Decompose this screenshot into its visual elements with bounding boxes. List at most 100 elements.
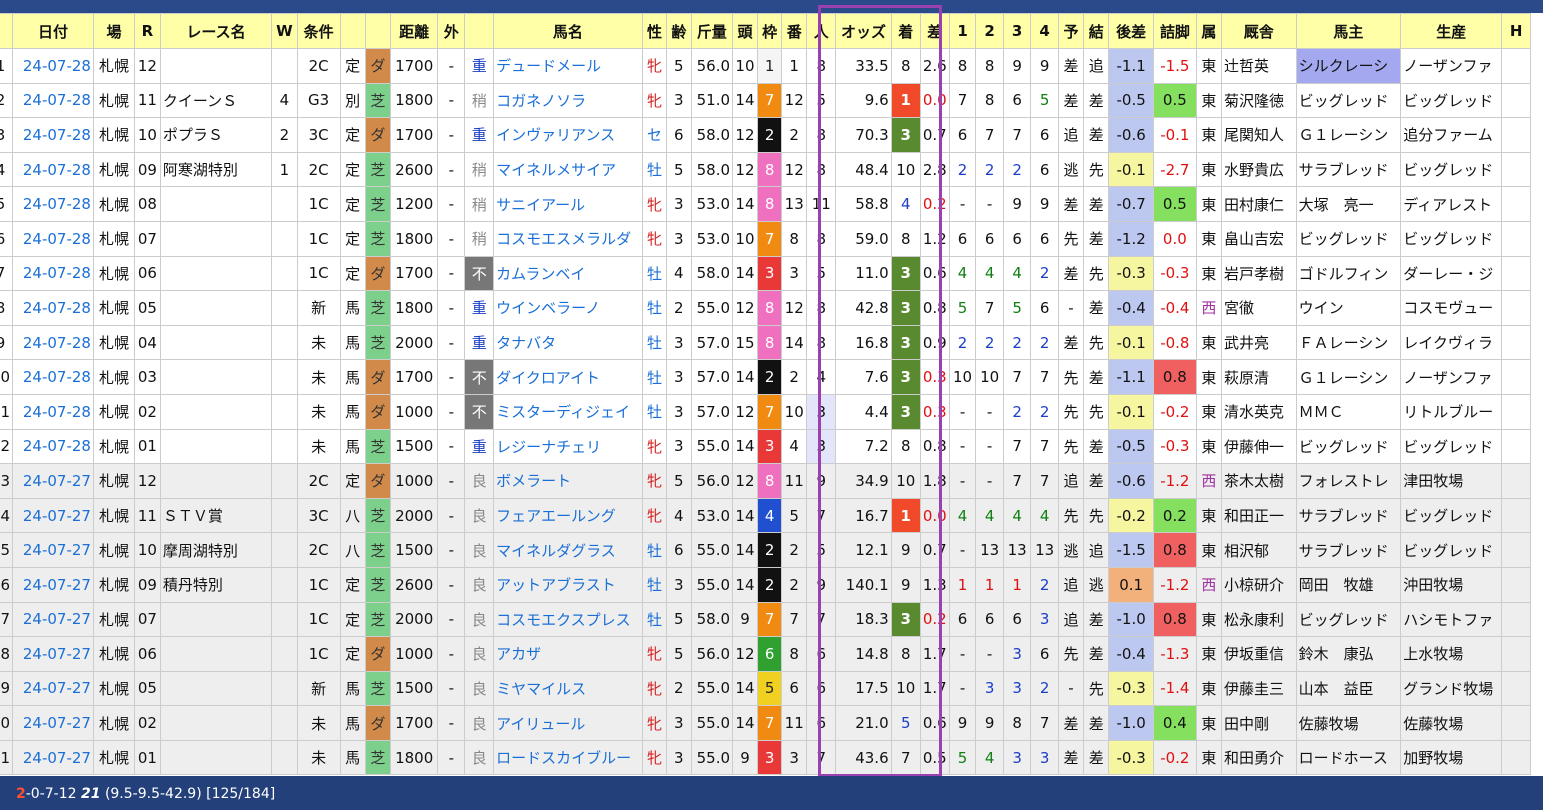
table-row[interactable]: 2124-07-27札幌01未馬芝1800-良ロードスカイブルー牝355.093…	[0, 739, 1531, 776]
table-row[interactable]: 1224-07-28札幌01未馬芝1500-重レジーナチェリ牝355.01434…	[0, 428, 1531, 465]
table-row[interactable]: 924-07-28札幌04未馬芝2000-重タナバタ牡357.015814816…	[0, 324, 1531, 361]
cell-date[interactable]: 24-07-28	[12, 186, 94, 222]
table-row[interactable]: 624-07-28札幌071C定芝1800-稍コスモエスメラルダ牝353.010…	[0, 220, 1531, 257]
header-33[interactable]: 馬主	[1295, 13, 1402, 49]
cell-date[interactable]: 24-07-28	[12, 393, 94, 430]
table-row[interactable]: 224-07-28札幌11クイーンＳ4G3別芝1800-稍コガネノソラ牝351.…	[0, 82, 1531, 119]
cell-horse[interactable]: ボメラート	[493, 463, 643, 499]
header-19[interactable]: 人	[806, 13, 837, 49]
cell-horse[interactable]: タナバタ	[493, 324, 643, 361]
cell-horse[interactable]: ダイクロアイト	[493, 359, 643, 395]
cell-horse[interactable]: ロードスカイブルー	[493, 739, 643, 776]
header-6[interactable]: 条件	[296, 13, 341, 49]
header-21[interactable]: 着	[890, 13, 921, 49]
results-table-container[interactable]: 日付場 R レース名 W 条件 距離外馬名性齢斤量頭枠番人オッズ着差 1 2 3 4 予結後差 詰脚属…	[0, 13, 1543, 776]
cell-horse[interactable]: アイリュール	[493, 705, 643, 741]
cell-horse[interactable]: マイネルメサイア	[493, 151, 643, 188]
table-row[interactable]: 724-07-28札幌061C定ダ1700-不カムランベイ牡458.014335…	[0, 255, 1531, 292]
cell-date[interactable]: 24-07-28	[12, 428, 94, 465]
header-13[interactable]: 性	[641, 13, 668, 49]
table-row[interactable]: 1624-07-27札幌09積丹特別 1C定芝2600-良アットアブラスト牡355…	[0, 566, 1531, 603]
cell-horse[interactable]: コスモエスメラルダ	[493, 220, 643, 257]
header-31[interactable]: 属	[1195, 13, 1223, 49]
header-30[interactable]: 詰脚	[1152, 13, 1197, 49]
header-32[interactable]: 厩舎	[1221, 13, 1297, 49]
header-14[interactable]: 齢	[666, 13, 692, 49]
cell-horse[interactable]: カムランベイ	[493, 255, 643, 292]
header-25[interactable]: 3	[1002, 13, 1032, 49]
cell-horse[interactable]: アットアブラスト	[493, 566, 643, 603]
header-11[interactable]	[464, 13, 495, 49]
cell-horse[interactable]: ウインベラーノ	[493, 290, 643, 326]
header-8[interactable]	[364, 13, 391, 49]
table-row[interactable]: 1024-07-28札幌03未馬ダ1700-不ダイクロアイト牡357.01422…	[0, 359, 1531, 395]
table-row[interactable]: 824-07-28札幌05新馬芝1800-重ウインベラーノ牡255.012812…	[0, 290, 1531, 326]
cell-horse[interactable]: コガネノソラ	[493, 82, 643, 119]
cell-horse[interactable]: フェアエールング	[493, 497, 643, 534]
cell-horse[interactable]: コスモエクスプレス	[493, 601, 643, 638]
cell-date[interactable]: 24-07-27	[12, 636, 94, 672]
table-row[interactable]: 1124-07-28札幌02未馬ダ1000-不ミスターディジェイ牡357.012…	[0, 393, 1531, 430]
table-row[interactable]: 1324-07-27札幌122C定ダ1000-良ボメラート牝556.012811…	[0, 463, 1531, 499]
table-row[interactable]: 1524-07-27札幌10摩周湖特別2C八芝1500-良マイネルダグラス牡65…	[0, 532, 1531, 568]
header-35[interactable]: H	[1501, 13, 1531, 49]
header-1[interactable]: 日付	[12, 13, 94, 49]
table-row[interactable]: 524-07-28札幌081C定芝1200-稍サニイアール牝353.014813…	[0, 186, 1531, 222]
table-row[interactable]: 424-07-28札幌09阿寒湖特別12C定芝2600-稍マイネルメサイア牡55…	[0, 151, 1531, 188]
cell-horse[interactable]: インヴァリアンス	[493, 117, 643, 153]
cell-horse[interactable]: ミスターディジェイ	[493, 393, 643, 430]
table-row[interactable]: 324-07-28札幌10ポプラＳ23C定ダ1700-重インヴァリアンスセ658…	[0, 117, 1531, 153]
table-row[interactable]: 1824-07-27札幌061C定ダ1000-良アカザ牝556.01268614…	[0, 636, 1531, 672]
header-4[interactable]: レース名	[159, 13, 273, 49]
cell-date[interactable]: 24-07-27	[12, 566, 94, 603]
header-27[interactable]: 予	[1057, 13, 1085, 49]
header-24[interactable]: 2	[975, 13, 1004, 49]
header-3[interactable]: R	[134, 13, 161, 49]
cell-date[interactable]: 24-07-28	[12, 151, 94, 188]
cell-date[interactable]: 24-07-28	[12, 324, 94, 361]
header-15[interactable]: 斤量	[690, 13, 734, 49]
table-row[interactable]: 1924-07-27札幌05新馬芝1500-良ミヤマイルス牝255.014566…	[0, 670, 1531, 707]
cell-date[interactable]: 24-07-27	[12, 739, 94, 776]
table-row[interactable]: 2024-07-27札幌02未馬ダ1700-良アイリュール牝355.014711…	[0, 705, 1531, 741]
cell-date[interactable]: 24-07-28	[12, 48, 94, 84]
cell-date[interactable]: 24-07-27	[12, 705, 94, 741]
cell-horse[interactable]: ミヤマイルス	[493, 670, 643, 707]
table-row[interactable]: 1724-07-27札幌07 1C定芝2000-良コスモエクスプレス牡558.09…	[0, 601, 1531, 638]
header-18[interactable]: 番	[781, 13, 808, 49]
header-16[interactable]: 頭	[732, 13, 758, 49]
header-9[interactable]: 距離	[389, 13, 439, 49]
cell-horse[interactable]: サニイアール	[493, 186, 643, 222]
header-22[interactable]: 差	[919, 13, 950, 49]
cell-date[interactable]: 24-07-27	[12, 601, 94, 638]
cell-date[interactable]: 24-07-28	[12, 359, 94, 395]
header-0[interactable]	[0, 13, 14, 49]
header-20[interactable]: オッズ	[835, 13, 892, 49]
header-12[interactable]: 馬名	[493, 13, 643, 49]
table-row[interactable]: 124-07-28札幌122C定ダ1700-重デュードメール牝556.01011…	[0, 48, 1531, 84]
header-29[interactable]: 後差	[1108, 13, 1154, 49]
cell-date[interactable]: 24-07-28	[12, 290, 94, 326]
header-5[interactable]: W	[271, 13, 298, 49]
table-row[interactable]: 1424-07-27札幌11ＳＴＶ賞3C八芝2000-良フェアエールング牝453…	[0, 497, 1531, 534]
cell-date[interactable]: 24-07-28	[12, 255, 94, 292]
cell-date[interactable]: 24-07-28	[12, 220, 94, 257]
cell-horse[interactable]: レジーナチェリ	[493, 428, 643, 465]
cell-horse[interactable]: マイネルダグラス	[493, 532, 643, 568]
header-10[interactable]: 外	[437, 13, 466, 49]
header-34[interactable]: 生産	[1400, 13, 1503, 49]
header-2[interactable]: 場	[92, 13, 136, 49]
cell-horse[interactable]: デュードメール	[493, 48, 643, 84]
cell-date[interactable]: 24-07-27	[12, 463, 94, 499]
header-7[interactable]	[339, 13, 366, 49]
cell-date[interactable]: 24-07-27	[12, 497, 94, 534]
cell-horse[interactable]: アカザ	[493, 636, 643, 672]
cell-date[interactable]: 24-07-28	[12, 82, 94, 119]
header-26[interactable]: 4	[1030, 13, 1059, 49]
header-28[interactable]: 結	[1083, 13, 1110, 49]
header-17[interactable]: 枠	[756, 13, 783, 49]
cell-date[interactable]: 24-07-27	[12, 670, 94, 707]
cell-date[interactable]: 24-07-27	[12, 532, 94, 568]
header-23[interactable]: 1	[948, 13, 977, 49]
cell-date[interactable]: 24-07-28	[12, 117, 94, 153]
